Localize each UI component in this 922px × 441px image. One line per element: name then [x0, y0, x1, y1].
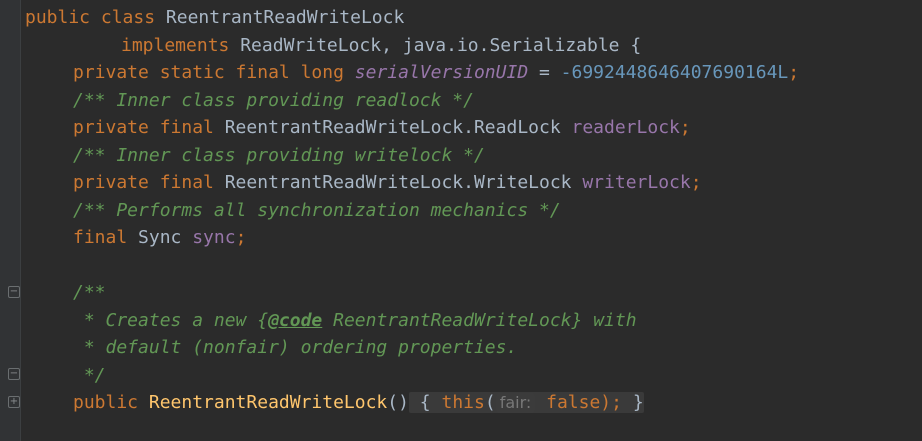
parameter-hint: fair: [495, 393, 536, 413]
interfaces: ReadWriteLock, java.io.Serializable { [240, 34, 642, 56]
code-line: private final ReentrantReadWriteLock.Rea… [25, 114, 922, 142]
close-paren-semicolon: ); [600, 392, 622, 413]
this-keyword: this [441, 392, 485, 413]
code-line: implements ReadWriteLock, java.io.Serial… [25, 32, 922, 60]
semicolon: ; [235, 227, 247, 248]
code-line: /** Inner class providing writelock */ [25, 142, 922, 170]
constructor-name: ReentrantReadWriteLock [148, 392, 388, 413]
doc-comment: * default (nonfair) ordering properties. [73, 337, 518, 358]
static-field-name: serialVersionUID [354, 62, 529, 83]
operator: = [528, 62, 561, 83]
keyword: private static final long [73, 62, 355, 83]
boolean-literal: false [546, 392, 601, 413]
field-name: sync [192, 227, 236, 248]
parens: () [387, 392, 409, 413]
fold-collapse-icon[interactable]: − [8, 286, 20, 298]
field-name: writerLock [582, 172, 691, 193]
semicolon: ; [690, 172, 702, 193]
code-line: private static final long serialVersionU… [25, 59, 922, 87]
code-line: * default (nonfair) ordering properties. [25, 334, 922, 362]
number-literal: -6992448646407690164L [560, 62, 789, 83]
fold-collapse-icon[interactable]: − [8, 368, 20, 380]
code-line: public class ReentrantReadWriteLock [25, 4, 922, 32]
keyword: private final [73, 172, 225, 193]
keyword: public class [25, 7, 166, 28]
keyword: public [73, 392, 149, 413]
doc-comment: /** Inner class providing readlock */ [73, 89, 474, 111]
keyword: implements [121, 34, 241, 56]
code-line: final Sync sync; [25, 224, 922, 252]
doc-comment: /** [73, 282, 106, 303]
code-line: */ [25, 362, 922, 390]
doc-comment: /** Inner class providing writelock */ [73, 144, 485, 166]
editor-gutter: − − + [0, 0, 20, 441]
code-editor[interactable]: − − + public class ReentrantReadWriteLoc… [0, 0, 922, 441]
type-name: ReentrantReadWriteLock.WriteLock [224, 172, 583, 193]
fold-expand-icon[interactable]: + [8, 396, 20, 408]
code-line: public ReentrantReadWriteLock() { this(f… [25, 389, 922, 417]
code-line: * Creates a new {@code ReentrantReadWrit… [25, 307, 922, 335]
code-line: /** Inner class providing readlock */ [25, 87, 922, 115]
semicolon: ; [679, 117, 691, 138]
close-brace: } [621, 392, 644, 413]
paren: ( [484, 392, 496, 413]
code-line: /** [25, 279, 922, 307]
keyword: private final [73, 117, 225, 138]
semicolon: ; [788, 62, 800, 83]
doc-comment: /** Performs all synchronization mechani… [73, 199, 561, 221]
type-name: Sync [138, 227, 193, 248]
keyword: final [73, 227, 139, 248]
code-line: private final ReentrantReadWriteLock.Wri… [25, 169, 922, 197]
code-area[interactable]: public class ReentrantReadWriteLock impl… [25, 4, 922, 417]
type-name: ReentrantReadWriteLock.ReadLock [224, 117, 572, 138]
field-name: readerLock [571, 117, 680, 138]
doc-comment: ReentrantReadWriteLock} with [322, 309, 637, 331]
doc-tag: @code [268, 309, 323, 331]
class-name: ReentrantReadWriteLock [165, 7, 405, 28]
folded-body[interactable]: { this(fair: false); } [408, 392, 644, 413]
doc-comment: */ [73, 364, 106, 386]
code-line: /** Performs all synchronization mechani… [25, 197, 922, 225]
gutter-separator [20, 0, 21, 441]
open-brace: { [408, 392, 442, 413]
doc-comment: * Creates a new { [73, 309, 269, 331]
